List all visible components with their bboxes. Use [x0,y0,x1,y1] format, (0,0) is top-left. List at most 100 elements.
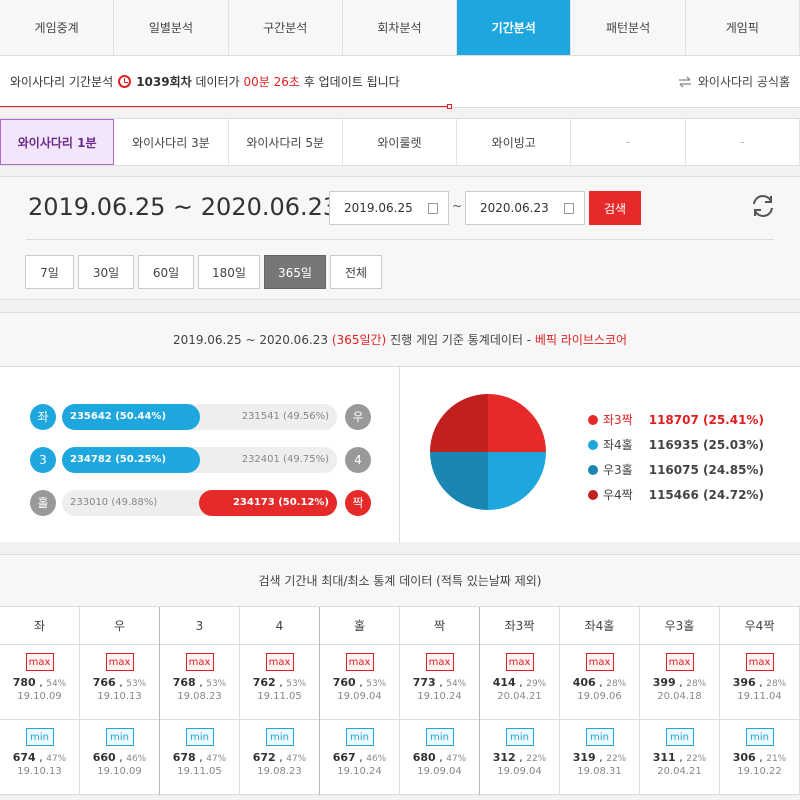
max-cell: max 773 , 54% 19.10.24 [400,645,479,720]
minmax-column: 우3홀 max 399 , 28% 20.04.18 min 311 , 22% 20.04… [640,607,720,795]
minmax-table: 좌 max 780 , 54% 19.10.09 min 674 , 47% 19.10.1… [0,607,800,795]
min-date: 19.08.23 [257,766,302,777]
min-cell: min 672 , 47% 19.08.23 [240,720,319,795]
max-badge: max [25,653,54,671]
notice-prefix: 와이사다리 기간분석 [10,75,114,89]
min-count: 667 [332,751,356,764]
range-all-button[interactable]: 전체 [330,255,382,289]
ratio-right-text: 234173 (50.12%) [232,497,329,508]
tab-pattern[interactable]: 패턴분석 [571,0,686,55]
max-cell: max 406 , 28% 19.09.06 [560,645,639,720]
minmax-column: 우4짝 max 396 , 28% 19.11.04 min 306 , 21% 19.10… [720,607,800,795]
range-180d-button[interactable]: 180일 [198,255,260,289]
subtab-ladder-1m[interactable]: 와이사다리 1분 [0,119,115,165]
min-date: 20.04.21 [657,766,702,777]
legend-item: 좌3짝 118707 (25.41%) [588,407,764,432]
official-home-link[interactable]: 와이사다리 공식홈 [678,73,790,90]
legend-item: 우3홀 116075 (24.85%) [588,457,764,482]
min-cell: min 667 , 46% 19.10.24 [320,720,399,795]
progress-marker [447,104,452,109]
range-7d-button[interactable]: 7일 [25,255,74,289]
range-30d-button[interactable]: 30일 [78,255,134,289]
max-pct: 28% [606,679,627,689]
min-value: 678 , 47% [172,751,227,764]
range-365d-button[interactable]: 365일 [264,255,326,289]
min-pct: 46% [366,754,387,764]
stats-header: 2019.06.25 ~ 2020.06.23 (365일간) 진행 게임 기준… [0,313,800,367]
min-count: 312 [492,751,516,764]
tab-round[interactable]: 회차분석 [342,0,458,55]
calendar-icon[interactable] [428,203,438,214]
max-value: 396 , 28% [732,676,787,689]
min-cell: min 674 , 47% 19.10.13 [0,720,79,795]
min-date: 19.09.04 [417,766,462,777]
max-count: 766 [92,676,116,689]
slice-right3-odd [430,452,488,510]
tab-gamepick[interactable]: 게임픽 [685,0,800,55]
min-pct: 21% [766,754,787,764]
min-badge: min [105,728,134,746]
ratio-fill-right: 234173 (50.12%) [199,489,337,516]
range-60d-button[interactable]: 60일 [138,255,194,289]
max-value: 768 , 53% [172,676,227,689]
legend-dot [588,414,598,425]
start-date-input[interactable]: 2019.06.25 [329,191,449,225]
subtab-roulette[interactable]: 와이룰렛 [343,119,458,165]
min-badge: min [745,728,774,746]
minmax-column: 짝 max 773 , 54% 19.10.24 min 680 , 47% 19.09.0… [400,607,480,795]
min-count: 674 [12,751,36,764]
max-date: 19.09.04 [337,691,382,702]
max-badge: max [745,653,774,671]
top-nav: 게임중계 일별분석 구간분석 회차분석 기간분석 패턴분석 게임픽 [0,0,800,56]
minmax-column: 좌 max 780 , 54% 19.10.09 min 674 , 47% 19.10.1… [0,607,80,795]
end-date-input[interactable]: 2020.06.23 [465,191,585,225]
min-count: 660 [92,751,116,764]
subtab-bingo[interactable]: 와이빙고 [457,119,572,165]
max-date: 19.09.06 [577,691,622,702]
tab-section[interactable]: 구간분석 [228,0,343,55]
even-badge: 짝 [345,489,371,516]
min-badge: min [25,728,54,746]
ratio-left-text: 235642 (50.44%) [70,411,167,422]
max-count: 773 [412,676,436,689]
legend-item: 우4짝 115466 (24.72%) [588,482,764,507]
min-pct: 46% [126,754,147,764]
end-date-value: 2020.06.23 [480,201,549,215]
max-count: 396 [732,676,756,689]
left-badge: 좌 [30,403,56,430]
subtab-empty-2: - [686,119,800,165]
refresh-icon[interactable] [750,193,776,219]
subtab-ladder-3m[interactable]: 와이사다리 3분 [114,119,229,165]
quick-range-buttons: 7일 30일 60일 180일 365일 전체 [25,255,382,289]
stats-range: 2019.06.25 ~ 2020.06.23 [172,332,329,347]
max-count: 406 [572,676,596,689]
minmax-column: 홀 max 760 , 53% 19.09.04 min 667 , 46% 19.10.2… [320,607,400,795]
tab-daily[interactable]: 일별분석 [114,0,229,55]
pie-legend: 좌3짝 118707 (25.41%) 좌4홀 116935 (25.03%) … [588,407,764,507]
notice-round: 1039회차 [136,75,192,89]
minmax-column: 좌4홀 max 406 , 28% 19.09.06 min 319 , 22% 19.08… [560,607,640,795]
subtab-ladder-5m[interactable]: 와이사다리 5분 [229,119,343,165]
combo-pie-panel: 좌3짝 118707 (25.41%) 좌4홀 116935 (25.03%) … [400,367,800,543]
max-pct: 53% [366,679,387,689]
legend-value: 116935 (25.03%) [648,437,764,452]
date-separator: ~ [452,199,463,213]
calendar-icon[interactable] [564,203,574,214]
slice-left3-even [488,394,546,452]
min-value: 312 , 22% [492,751,547,764]
max-pct: 29% [526,679,547,689]
max-value: 766 , 53% [92,676,147,689]
max-badge: max [505,653,534,671]
max-badge: max [105,653,134,671]
search-button[interactable]: 검색 [589,191,641,225]
ratio-left-text: 234782 (50.25%) [70,454,167,465]
swap-arrows-icon [678,76,691,87]
ratio-row-3-4: 3 234782 (50.25%) 232401 (49.75%) 4 [0,438,399,481]
min-pct: 47% [446,754,467,764]
column-header: 3 [160,607,239,645]
column-header: 4 [240,607,319,645]
tab-period[interactable]: 기간분석 [457,0,572,55]
tab-live[interactable]: 게임중계 [0,0,115,55]
max-badge: max [265,653,294,671]
min-cell: min 306 , 21% 19.10.22 [720,720,799,795]
